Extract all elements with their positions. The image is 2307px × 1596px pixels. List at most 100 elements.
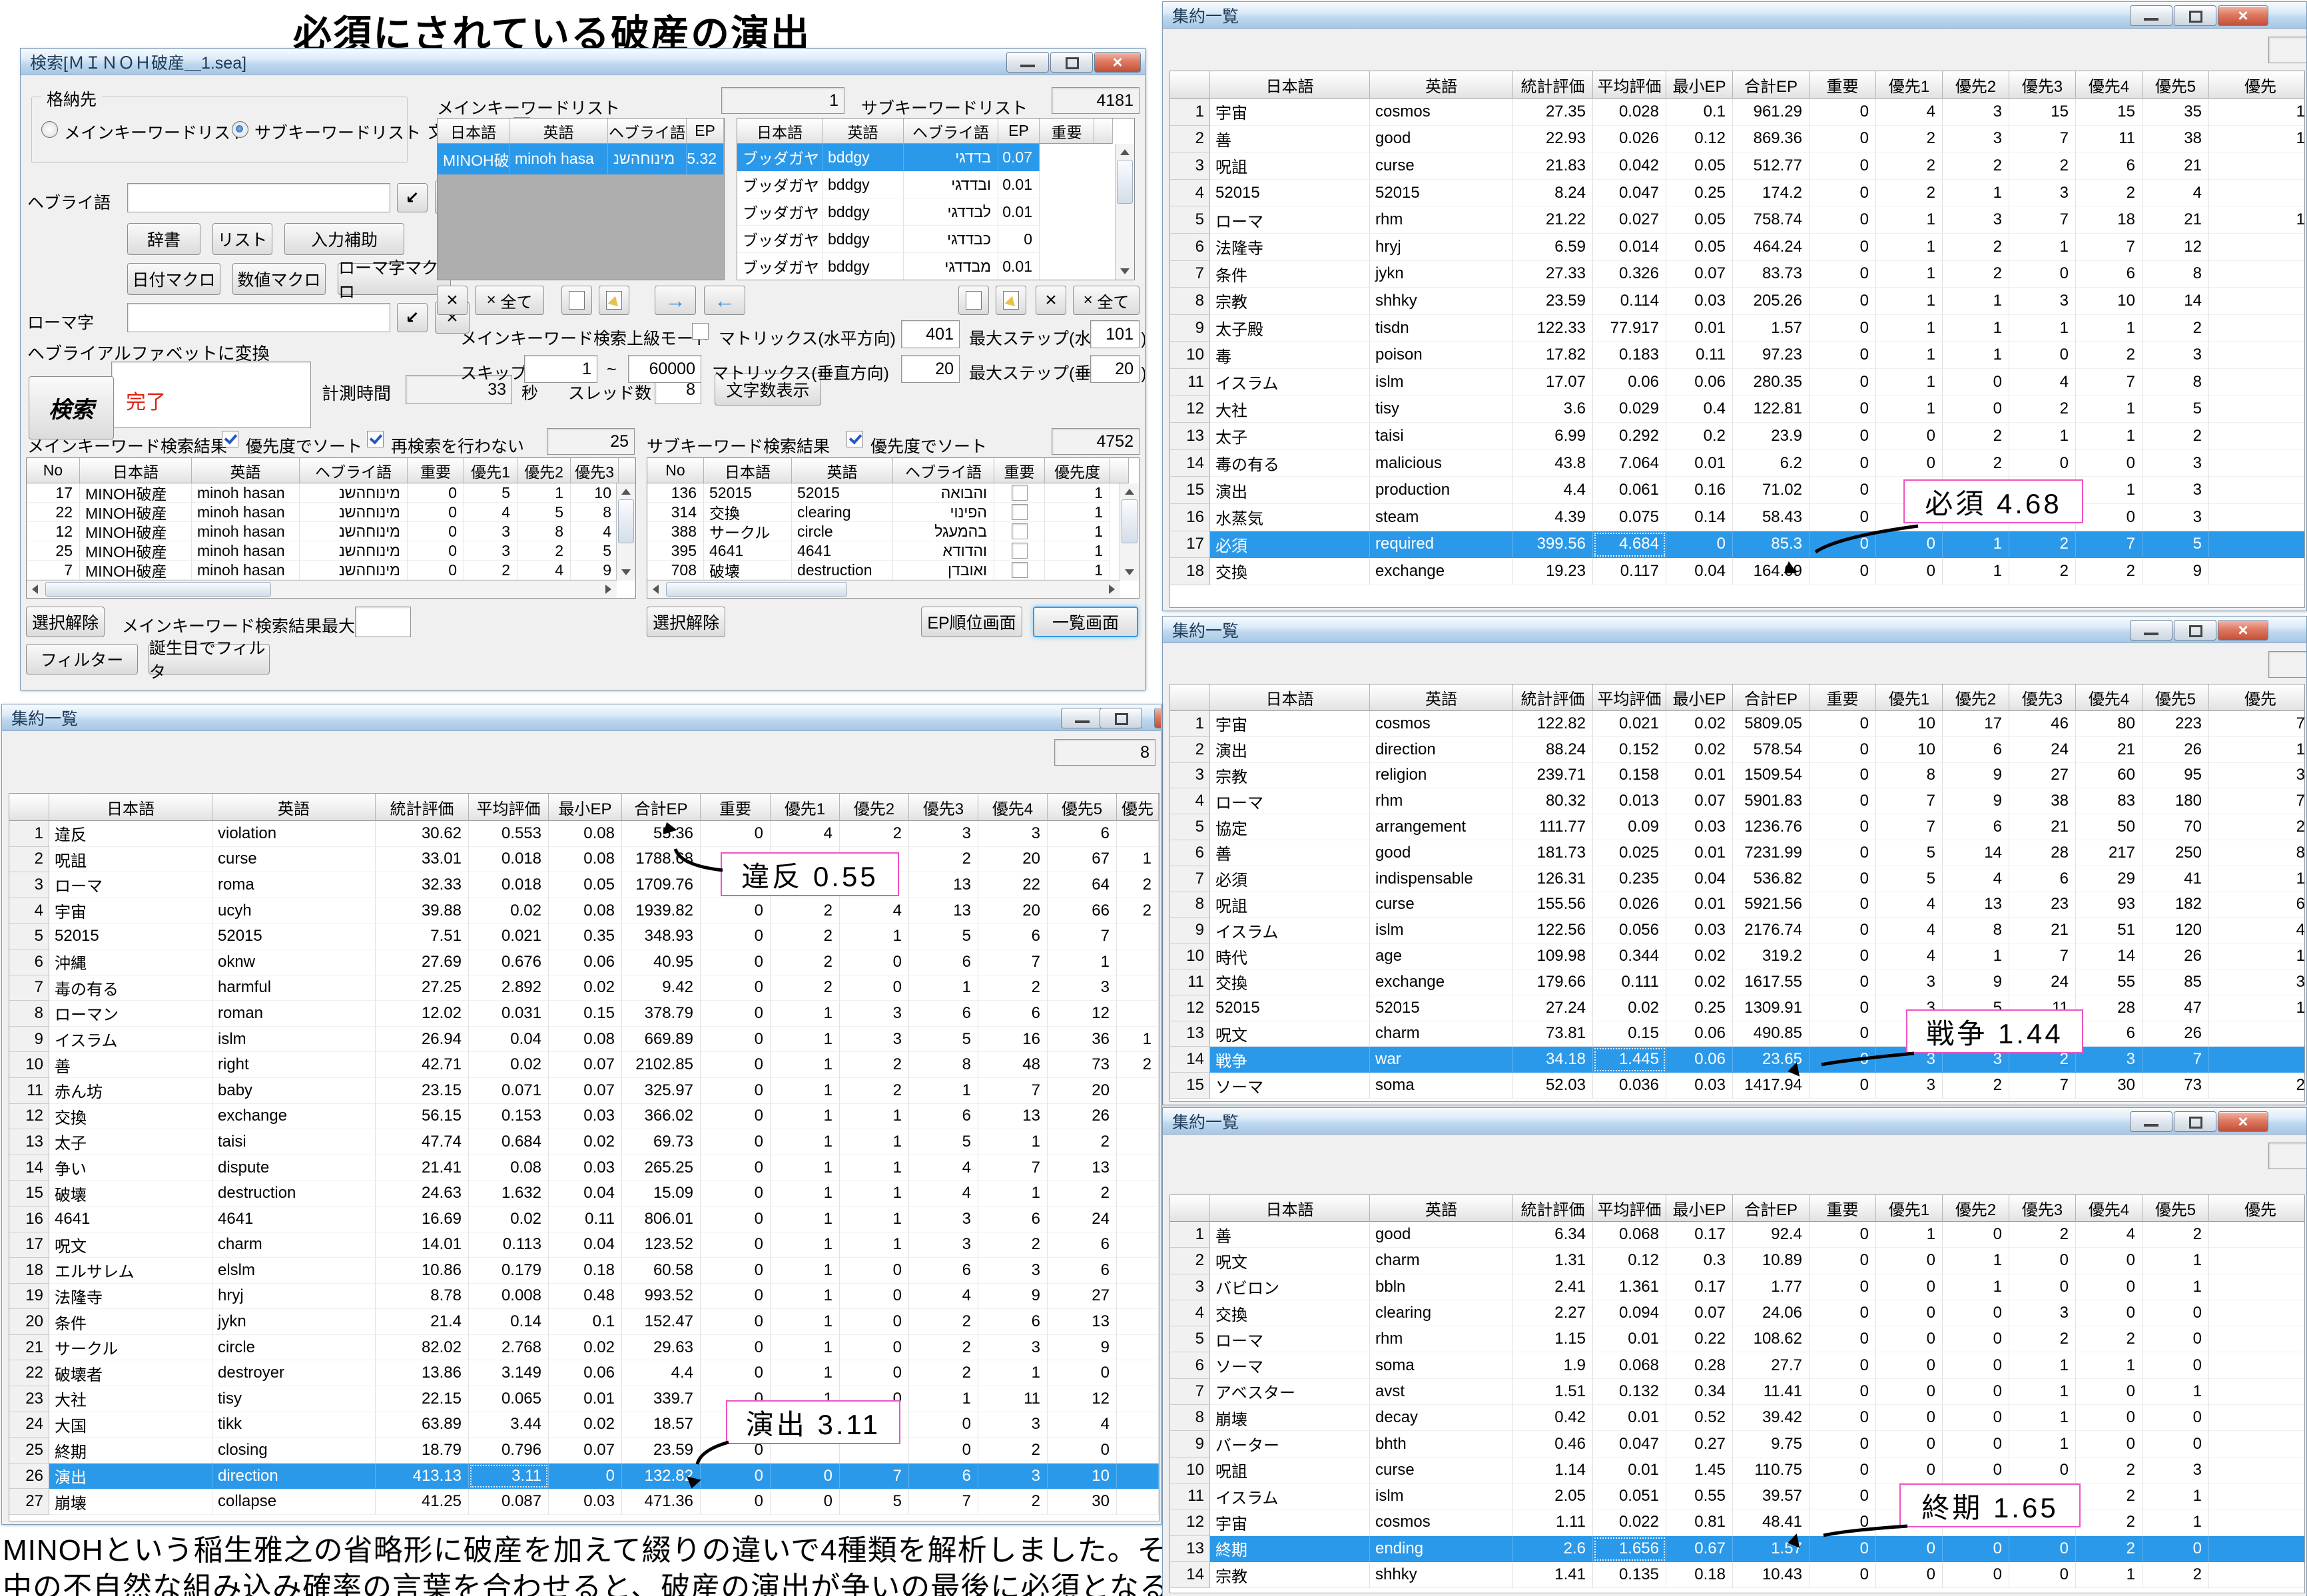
radio-main-keyword-list[interactable] [41, 121, 58, 138]
table-row[interactable]: 7必須indispensable126.310.2350.04536.82054… [1170, 866, 2304, 892]
table-row[interactable]: 11交換exchange179.660.1110.021617.55039245… [1170, 969, 2304, 995]
table-row[interactable]: ブッダガヤbddgyבדדגי0.07 [737, 144, 1134, 171]
column-header[interactable]: 重要 [994, 458, 1045, 483]
edit-doc-icon[interactable] [599, 286, 629, 315]
column-header[interactable]: 優先3 [2009, 1195, 2076, 1222]
column-header[interactable]: 優先5 [2142, 1195, 2209, 1222]
column-header[interactable]: 優先2 [1943, 684, 2009, 711]
table-row[interactable]: 7条件jykn27.330.3260.0783.73012068 [1170, 261, 2304, 288]
maximize-button[interactable] [2174, 5, 2216, 26]
insert-arrow-icon[interactable]: ↙ [397, 183, 428, 212]
table-row[interactable]: ブッダガヤbddgyלבדדגי0.01 [737, 198, 1134, 226]
table-row[interactable]: 8崩壊decay0.420.010.5239.42000100 [1170, 1405, 2304, 1431]
maximize-button[interactable] [2174, 1111, 2216, 1132]
column-header[interactable]: No [647, 458, 704, 483]
column-header[interactable]: 優先 [2209, 71, 2305, 99]
table-row[interactable]: 2善good22.930.0260.12869.36023711381 [1170, 126, 2304, 153]
column-header[interactable]: EP [687, 119, 724, 144]
sort-priority-checkbox[interactable] [846, 431, 863, 447]
table-row[interactable]: 11赤ん坊baby23.150.0710.07325.970121720 [9, 1078, 1159, 1104]
column-header[interactable]: 統計評価 [376, 794, 469, 821]
move-left-button[interactable]: ← [704, 286, 745, 315]
sort-priority-checkbox[interactable] [222, 431, 238, 447]
column-header[interactable]: 優先4 [2076, 71, 2142, 99]
column-header[interactable]: 優先4 [2076, 684, 2142, 711]
sub-keyword-list[interactable]: 日本語英語ヘブライ語EP重要ブッダガヤbddgyבדדגי0.07ブッダガヤbd… [737, 118, 1135, 280]
agg-table[interactable]: 日本語英語統計評価平均評価最小EP合計EP重要優先1優先2優先3優先4優先5優先… [9, 793, 1159, 1521]
input-assist-button[interactable]: 入力補助 [284, 223, 404, 255]
table-row[interactable]: 5ローマrhm1.150.010.22108.62000220 [1170, 1326, 2304, 1352]
birthday-filter-button[interactable]: 誕生日でフィルタ [149, 644, 270, 674]
scroll-up-icon[interactable] [1125, 489, 1134, 495]
table-row[interactable]: 5協定arrangement111.770.090.031236.7607621… [1170, 814, 2304, 840]
table-row[interactable]: 14毒の有るmalicious43.87.0640.016.2002003 [1170, 450, 2304, 477]
table-row[interactable]: 6法隆寺hryj6.590.0140.05464.240121712 [1170, 234, 2304, 261]
filter-button[interactable]: フィルター [26, 644, 138, 674]
column-header[interactable]: 重要 [701, 794, 771, 821]
column-header[interactable]: 優先 [2209, 1195, 2305, 1222]
column-header[interactable]: 平均評価 [469, 794, 549, 821]
main-keyword-list[interactable]: 日本語英語ヘブライ語EPMINOH破minoh hasaמינוחהשנ25.3… [437, 118, 725, 280]
table-row[interactable]: 3宗教religion239.710.1580.011509.540892760… [1170, 763, 2304, 789]
column-header[interactable]: 最小EP [1666, 71, 1733, 99]
number-macro-button[interactable]: 数値マクロ [232, 263, 326, 295]
important-checkbox[interactable] [1012, 562, 1028, 578]
vertical-scrollbar[interactable] [1115, 144, 1134, 280]
column-header[interactable]: 優先4 [2076, 1195, 2142, 1222]
scrollbar-thumb[interactable] [618, 499, 634, 543]
deselect-button[interactable]: 選択解除 [26, 607, 105, 637]
column-header[interactable]: 優先4 [978, 794, 1048, 821]
table-row[interactable]: 22MINOH破産minoh hasanמינוחהשנ0458 [27, 503, 635, 522]
close-button[interactable]: × [2218, 1111, 2268, 1132]
table-row[interactable]: 5ローマrhm21.220.0270.05758.74013718211 [1170, 206, 2304, 234]
agg-table[interactable]: 日本語英語統計評価平均評価最小EP合計EP重要優先1優先2優先3優先4優先5優先… [1169, 684, 2305, 1102]
column-header[interactable]: 日本語 [1210, 1195, 1370, 1222]
column-header[interactable]: 優先1 [1876, 1195, 1943, 1222]
table-row[interactable]: 14戦争war34.181.4450.0623.65033237 [1170, 1047, 2304, 1073]
column-header[interactable]: 英語 [509, 119, 608, 144]
column-header[interactable]: 優先 [1117, 794, 1159, 821]
list-button[interactable]: リスト [212, 223, 272, 255]
minimize-button[interactable] [1061, 708, 1104, 728]
table-row[interactable]: 17必須required399.564.684085.3001275 [1170, 531, 2304, 559]
table-row[interactable]: 26演出direction413.133.110132.820076310 [9, 1463, 1159, 1489]
scroll-left-icon[interactable] [32, 585, 38, 594]
list-view-button[interactable]: 一覧画面 [1033, 607, 1138, 637]
agg-table[interactable]: 日本語英語統計評価平均評価最小EP合計EP重要優先1優先2優先3優先4優先5優先… [1169, 71, 2305, 608]
column-header[interactable]: 合計EP [1733, 684, 1810, 711]
column-header[interactable]: 英語 [823, 119, 904, 144]
delete-button[interactable]: × [437, 286, 468, 315]
column-header[interactable]: ヘブライ語 [893, 458, 994, 483]
table-row[interactable]: 1宇宙cosmos27.350.0280.1961.290431515351 [1170, 99, 2304, 126]
column-header[interactable]: 英語 [212, 794, 376, 821]
column-header[interactable]: 優先1 [1876, 71, 1943, 99]
table-row[interactable]: 4ローマrhm80.320.0130.075901.8307938831807 [1170, 788, 2304, 814]
table-row[interactable]: 21サークルcircle82.022.7680.0229.63010239 [9, 1335, 1159, 1361]
scroll-right-icon[interactable] [1109, 585, 1115, 594]
advanced-mode-checkbox[interactable] [692, 323, 709, 340]
minimize-button[interactable] [2130, 1111, 2172, 1132]
maximize-button[interactable] [2174, 620, 2216, 641]
move-right-button[interactable]: → [655, 286, 696, 315]
romaji-input[interactable] [127, 303, 390, 332]
scrollbar-thumb[interactable] [1122, 499, 1138, 543]
table-row[interactable]: 27崩壊collapse41.250.0870.03471.360057230 [9, 1489, 1159, 1515]
table-row[interactable]: MINOH破minoh hasaמינוחהשנ25.32 [438, 144, 724, 174]
column-header[interactable]: 合計EP [1733, 71, 1810, 99]
close-button[interactable]: × [2218, 620, 2268, 641]
column-header[interactable]: 優先5 [1048, 794, 1117, 821]
column-header[interactable]: 重要 [408, 458, 464, 483]
column-header[interactable]: 優先1 [464, 458, 517, 483]
table-row[interactable]: 13太子taisi6.990.2920.223.9002112 [1170, 423, 2304, 450]
table-row[interactable]: ブッダガヤbddgyכבדדגי0 [737, 226, 1134, 253]
column-header[interactable]: 最小EP [1666, 684, 1733, 711]
table-row[interactable]: 4交換clearing2.270.0940.0724.06000300 [1170, 1300, 2304, 1326]
column-header[interactable]: 重要 [1810, 684, 1876, 711]
table-row[interactable]: 164641464116.690.020.11806.010113624 [9, 1206, 1159, 1232]
column-header[interactable]: 重要 [1810, 1195, 1876, 1222]
table-row[interactable]: 6沖縄oknw27.690.6760.0640.95020671 [9, 949, 1159, 975]
deselect-button-2[interactable]: 選択解除 [647, 607, 725, 637]
scroll-down-icon[interactable] [1125, 569, 1134, 575]
table-row[interactable]: 13終期ending2.61.6560.671.57000020 [1170, 1536, 2304, 1562]
insert-arrow-icon[interactable]: ↙ [397, 303, 428, 332]
